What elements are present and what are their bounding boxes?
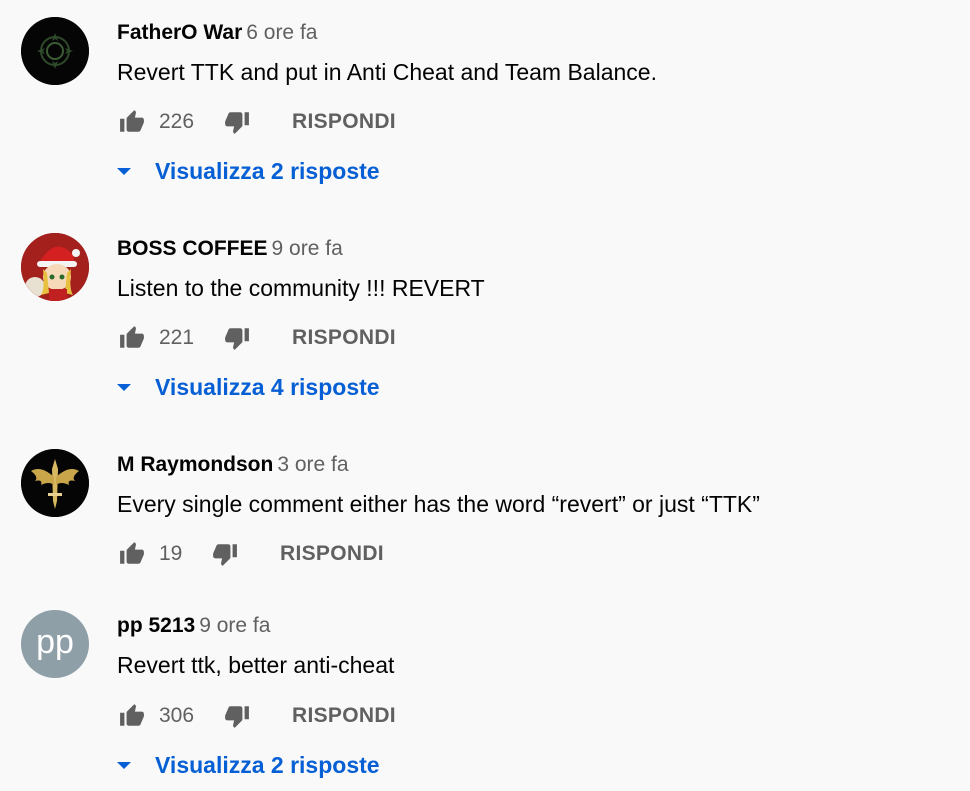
view-replies-button[interactable]: Visualizza 2 risposte (117, 749, 380, 781)
thumbs-down-icon (213, 544, 237, 566)
thumbs-up-icon (120, 326, 144, 348)
avatar[interactable]: pp (21, 610, 89, 678)
comment-text: Revert TTK and put in Anti Cheat and Tea… (117, 59, 657, 85)
comment-text: Every single comment either has the word… (117, 491, 760, 517)
thumbs-down-icon (225, 328, 249, 350)
like-count: 306 (159, 704, 195, 727)
view-replies-label: Visualizza 2 risposte (155, 157, 380, 184)
santa-character-avatar-icon (21, 233, 89, 301)
avatar[interactable] (21, 17, 89, 85)
comment-timestamp[interactable]: 6 ore fa (246, 21, 317, 44)
dislike-button[interactable] (222, 107, 252, 137)
view-replies-label: Visualizza 2 risposte (155, 751, 380, 778)
avatar[interactable] (21, 449, 89, 517)
comment-text: Listen to the community !!! REVERT (117, 275, 485, 301)
caret-down-icon (117, 384, 131, 391)
like-count: 226 (159, 110, 195, 133)
like-button[interactable] (117, 107, 147, 137)
winged-dagger-icon (21, 449, 89, 517)
thumbs-down-icon (225, 706, 249, 728)
like-button[interactable] (117, 701, 147, 731)
view-replies-button[interactable]: Visualizza 4 risposte (117, 371, 380, 403)
dislike-button[interactable] (222, 701, 252, 731)
thumbs-up-icon (120, 704, 144, 726)
like-count: 19 (159, 542, 183, 565)
like-button[interactable] (117, 323, 147, 353)
like-button[interactable] (117, 539, 147, 569)
comment-timestamp[interactable]: 3 ore fa (277, 453, 348, 476)
reply-button[interactable]: RISPONDI (292, 110, 396, 134)
thumbs-up-icon (120, 542, 144, 564)
comment-timestamp[interactable]: 9 ore fa (272, 237, 343, 260)
avatar-initials: pp (36, 623, 74, 661)
view-replies-label: Visualizza 4 risposte (155, 373, 380, 400)
emblem-icon (21, 17, 89, 85)
comment-timestamp[interactable]: 9 ore fa (199, 614, 270, 637)
reply-button[interactable]: RISPONDI (292, 326, 396, 350)
comment-text: Revert ttk, better anti-cheat (117, 652, 395, 678)
caret-down-icon (117, 762, 131, 769)
reply-button[interactable]: RISPONDI (280, 542, 384, 566)
avatar[interactable] (21, 233, 89, 301)
dislike-button[interactable] (210, 539, 240, 569)
comment-author[interactable]: pp 5213 (117, 614, 195, 637)
thumbs-down-icon (225, 112, 249, 134)
reply-button[interactable]: RISPONDI (292, 704, 396, 728)
comment-author[interactable]: M Raymondson (117, 453, 273, 476)
comment-author[interactable]: BOSS COFFEE (117, 237, 268, 260)
view-replies-button[interactable]: Visualizza 2 risposte (117, 155, 380, 187)
like-count: 221 (159, 326, 195, 349)
dislike-button[interactable] (222, 323, 252, 353)
caret-down-icon (117, 168, 131, 175)
comment-author[interactable]: FatherO War (117, 21, 242, 44)
thumbs-up-icon (120, 110, 144, 132)
